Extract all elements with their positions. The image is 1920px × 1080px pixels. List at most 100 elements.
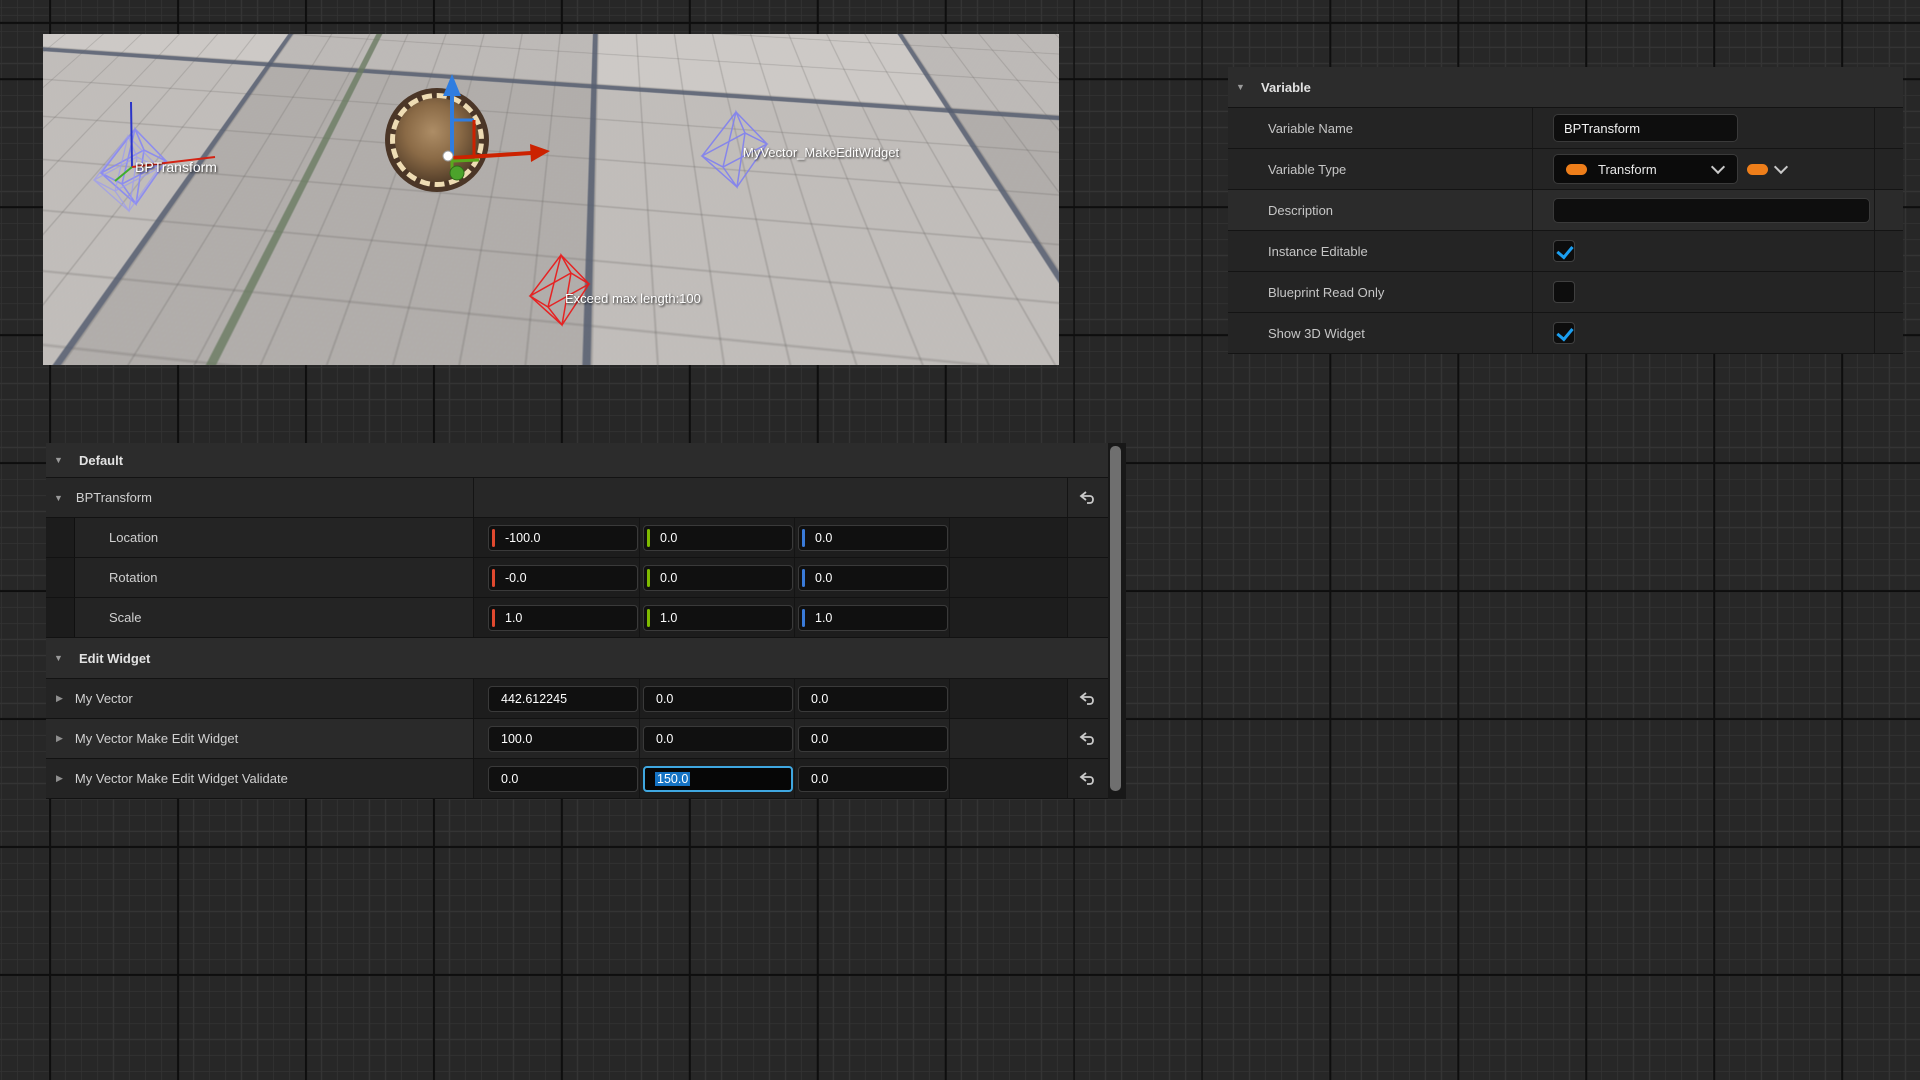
variable-name-label: Variable Name [1228, 108, 1533, 148]
chevron-down-icon [1711, 160, 1725, 174]
y-axis-colorbar [647, 569, 650, 587]
blueprint-read-only-checkbox[interactable] [1553, 281, 1575, 303]
my-vector-label: My Vector [75, 691, 133, 706]
variable-category-header[interactable]: ▼ Variable [1228, 67, 1903, 108]
viewport-label-bptransform: BPTransform [135, 159, 217, 175]
edit-widget-header-title: Edit Widget [79, 651, 150, 666]
location-name-cell: Location [46, 518, 474, 557]
z-axis-colorbar [802, 569, 805, 587]
bptransform-row[interactable]: ▼ BPTransform [46, 478, 1108, 518]
reset-to-default-button[interactable] [1068, 719, 1108, 758]
rotation-name-cell: Rotation [46, 558, 474, 597]
y-axis-colorbar [647, 609, 650, 627]
my-vector-make-edit-widget-validate-row[interactable]: ▶ My Vector Make Edit Widget Validate 0.… [46, 759, 1108, 799]
location-label: Location [109, 530, 158, 545]
blueprint-editor: { "viewport": { "label_bptransform": "BP… [0, 0, 1920, 1080]
instance-editable-checkbox[interactable] [1553, 240, 1575, 262]
my-vector-x-input[interactable]: 442.612245 [488, 686, 638, 712]
reset-column [1875, 108, 1903, 148]
indent-guide [46, 558, 75, 597]
details-scrollbar-track[interactable] [1108, 443, 1126, 799]
sphere-actor[interactable] [385, 88, 489, 192]
location-row[interactable]: Location -100.0 0.0 0.0 [46, 518, 1108, 558]
chevron-right-icon[interactable]: ▶ [56, 733, 63, 744]
reset-to-default-button[interactable] [1068, 679, 1108, 718]
checkmark-icon [1556, 324, 1573, 342]
y-axis-colorbar [647, 529, 650, 547]
default-header-title: Default [79, 453, 123, 468]
bptransform-label: BPTransform [76, 490, 152, 505]
my-vector-make-edit-widget-validate-y-input[interactable]: 150.0 [643, 766, 793, 792]
rotation-label: Rotation [109, 570, 157, 585]
variable-type-label: Variable Type [1228, 149, 1533, 189]
location-y-input[interactable]: 0.0 [643, 525, 793, 551]
viewport-floor-grid [43, 34, 1059, 105]
show-3d-widget-checkbox[interactable] [1553, 322, 1575, 344]
revert-arrow-icon [1079, 772, 1097, 786]
indent-guide [46, 598, 75, 637]
chevron-right-icon[interactable]: ▶ [56, 693, 63, 704]
scale-x-input[interactable]: 1.0 [488, 605, 638, 631]
scale-y-input[interactable]: 1.0 [643, 605, 793, 631]
my-vector-make-edit-widget-row[interactable]: ▶ My Vector Make Edit Widget 100.0 0.0 0… [46, 719, 1108, 759]
3d-viewport[interactable]: BPTransform MyVector_MakeEditWidget Exce… [43, 34, 1059, 365]
variable-type-dropdown[interactable]: Transform [1553, 154, 1738, 184]
viewport-label-myvector: MyVector_MakeEditWidget [743, 145, 899, 160]
chevron-down-icon [1774, 160, 1788, 174]
variable-details-panel: ▼ Variable Variable Name BPTransform Var… [1228, 67, 1903, 354]
my-vector-make-edit-widget-x-input[interactable]: 100.0 [488, 726, 638, 752]
x-axis-colorbar [492, 609, 495, 627]
rotation-x-input[interactable]: -0.0 [488, 565, 638, 591]
reset-column [1875, 272, 1903, 312]
viewport-label-exceed-max: Exceed max length:100 [565, 291, 701, 306]
rotation-row[interactable]: Rotation -0.0 0.0 0.0 [46, 558, 1108, 598]
description-input[interactable] [1553, 198, 1870, 223]
chevron-down-icon[interactable]: ▼ [54, 493, 63, 503]
my-vector-row[interactable]: ▶ My Vector 442.612245 0.0 0.0 [46, 679, 1108, 719]
chevron-right-icon[interactable]: ▶ [56, 773, 63, 784]
defaults-details-panel: ▼ Default ▼ BPTransform [46, 443, 1126, 799]
variable-name-input[interactable]: BPTransform [1553, 114, 1738, 142]
my-vector-y-input[interactable]: 0.0 [643, 686, 793, 712]
rotation-y-input[interactable]: 0.0 [643, 565, 793, 591]
default-category-header[interactable]: ▼ Default [46, 443, 1108, 478]
my-vector-name-cell: ▶ My Vector [46, 679, 474, 718]
revert-arrow-icon [1079, 491, 1097, 505]
container-type-pill-icon [1747, 164, 1768, 175]
edit-widget-category-header[interactable]: ▼ Edit Widget [46, 638, 1108, 679]
my-vector-z-input[interactable]: 0.0 [798, 686, 948, 712]
revert-arrow-icon [1079, 732, 1097, 746]
show-3d-widget-row: Show 3D Widget [1228, 313, 1903, 354]
rotation-z-input[interactable]: 0.0 [798, 565, 948, 591]
location-z-input[interactable]: 0.0 [798, 525, 948, 551]
container-type-picker[interactable] [1747, 164, 1786, 175]
scale-label: Scale [109, 610, 142, 625]
scale-z-input[interactable]: 1.0 [798, 605, 948, 631]
reset-column [1875, 231, 1903, 271]
chevron-down-icon: ▼ [1236, 82, 1250, 92]
instance-editable-label: Instance Editable [1228, 231, 1533, 271]
location-x-input[interactable]: -100.0 [488, 525, 638, 551]
my-vector-make-edit-widget-validate-x-input[interactable]: 0.0 [488, 766, 638, 792]
reset-to-default-button[interactable] [1068, 478, 1108, 517]
revert-arrow-icon [1079, 692, 1097, 706]
blueprint-read-only-row: Blueprint Read Only [1228, 272, 1903, 313]
transform-type-pill-icon [1566, 164, 1587, 175]
my-vector-make-edit-widget-y-input[interactable]: 0.0 [643, 726, 793, 752]
scale-row[interactable]: Scale 1.0 1.0 1.0 [46, 598, 1108, 638]
reset-to-default-button[interactable] [1068, 759, 1108, 798]
details-scrollbar-thumb[interactable] [1110, 446, 1121, 791]
reset-column [1875, 313, 1903, 353]
my-vector-make-edit-widget-validate-z-input[interactable]: 0.0 [798, 766, 948, 792]
x-axis-colorbar [492, 569, 495, 587]
chevron-down-icon: ▼ [54, 653, 68, 663]
my-vector-make-edit-widget-validate-label: My Vector Make Edit Widget Validate [75, 771, 288, 786]
z-axis-colorbar [802, 529, 805, 547]
description-row: Description [1228, 190, 1903, 231]
my-vector-make-edit-widget-z-input[interactable]: 0.0 [798, 726, 948, 752]
description-label: Description [1228, 190, 1533, 230]
variable-type-row: Variable Type Transform [1228, 149, 1903, 190]
blueprint-read-only-label: Blueprint Read Only [1228, 272, 1533, 312]
sphere-dashed-ring [390, 93, 484, 187]
variable-panel-title: Variable [1261, 80, 1311, 95]
